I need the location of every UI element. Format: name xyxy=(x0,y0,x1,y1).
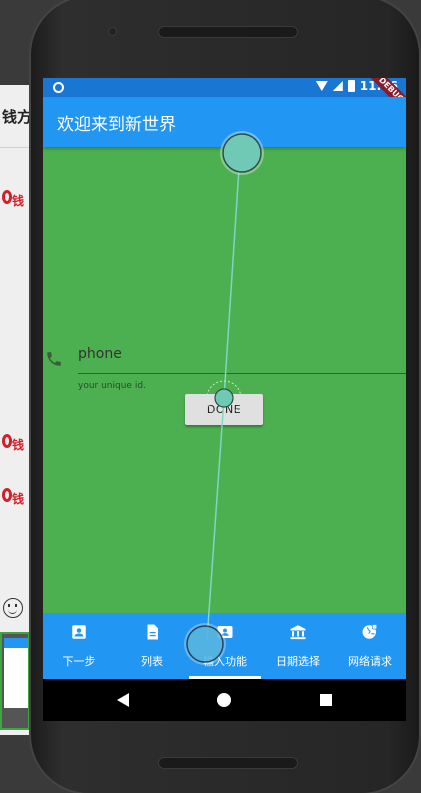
app-bar: 欢迎来到新世界 xyxy=(43,97,406,147)
nav-label: 下一步 xyxy=(62,655,96,668)
signal-icon xyxy=(332,81,343,91)
phone-input[interactable]: phone xyxy=(78,346,122,362)
nav-label: 列表 xyxy=(141,655,163,668)
contacts-icon xyxy=(217,626,233,638)
nav-label: 日期选择 xyxy=(276,655,320,668)
bottom-speaker xyxy=(158,757,298,769)
bank-icon xyxy=(290,625,306,640)
contact-card-icon xyxy=(72,625,86,639)
brand-logo: 钱 xyxy=(2,430,28,452)
nav-label: 网络请求 xyxy=(348,655,392,668)
bottom-navigation: 下一步 列表 输入功能 日期选择 网络请求 xyxy=(43,613,406,679)
front-camera xyxy=(108,27,117,36)
nav-item-input[interactable]: 输入功能 xyxy=(189,613,261,679)
device-stage: 钱方 钱 钱 钱 11:16 DEBUG 欢迎来到新世界 xyxy=(0,0,421,793)
back-icon[interactable] xyxy=(117,693,129,707)
app-screen: 11:16 DEBUG 欢迎来到新世界 phone your unique id… xyxy=(43,78,406,721)
phone-icon xyxy=(47,352,61,366)
notification-icon xyxy=(53,82,64,93)
app-thumbnail[interactable] xyxy=(0,632,30,730)
brand-logo: 钱 xyxy=(2,186,28,208)
earpiece-speaker xyxy=(158,26,298,38)
battery-icon xyxy=(347,80,355,92)
background-app-title: 钱方 xyxy=(2,108,33,126)
nav-item-list[interactable]: 列表 xyxy=(116,613,188,679)
background-divider xyxy=(0,147,30,148)
emoji-icon[interactable] xyxy=(3,598,23,618)
document-icon xyxy=(147,624,158,640)
system-navigation-bar xyxy=(43,679,406,721)
nav-item-next[interactable]: 下一步 xyxy=(43,613,115,679)
nav-label: 输入功能 xyxy=(203,655,247,668)
done-button[interactable]: DONE xyxy=(185,394,263,425)
recent-apps-icon[interactable] xyxy=(320,694,332,706)
globe-icon xyxy=(362,624,378,639)
nav-item-date[interactable]: 日期选择 xyxy=(262,613,334,679)
status-bar: 11:16 DEBUG xyxy=(43,78,406,119)
input-underline xyxy=(78,373,406,374)
wifi-icon xyxy=(315,81,328,91)
page-title: 欢迎来到新世界 xyxy=(57,115,176,135)
home-icon[interactable] xyxy=(217,693,231,707)
brand-logo: 钱 xyxy=(2,484,28,506)
helper-text: your unique id. xyxy=(78,381,146,391)
nav-item-network[interactable]: 网络请求 xyxy=(334,613,406,679)
